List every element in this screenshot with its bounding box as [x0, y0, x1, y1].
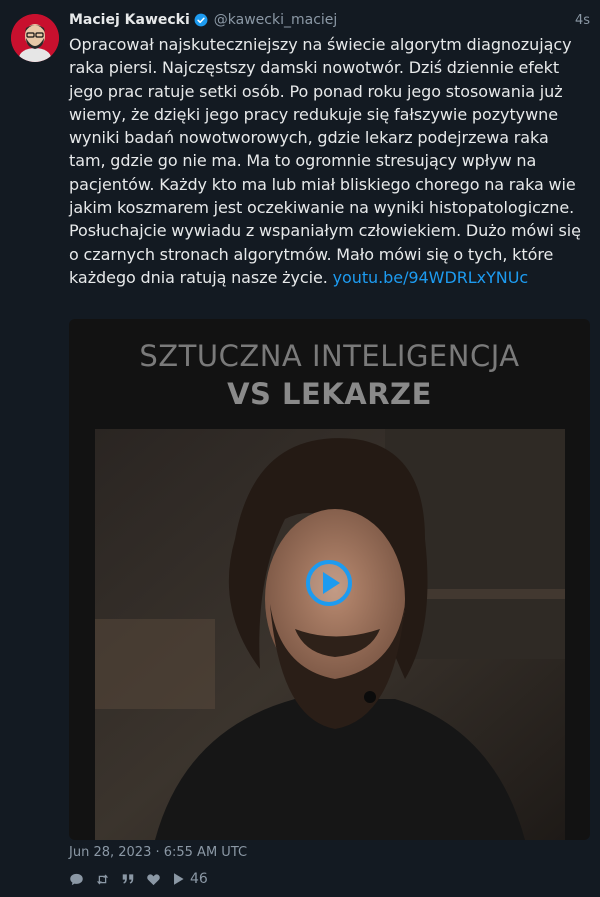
views-count: 46	[190, 871, 208, 887]
tweet-timestamp[interactable]: Jun 28, 2023 · 6:55 AM UTC	[69, 845, 247, 860]
time-ago[interactable]: 4s	[575, 13, 590, 28]
tweet-header: Maciej Kawecki @kawecki_maciej 4s	[69, 9, 590, 31]
like-button[interactable]	[146, 872, 161, 887]
tweet-text-content: Opracował najskuteczniejszy na świecie a…	[69, 35, 581, 287]
quote-icon	[122, 874, 134, 884]
thumbnail-title-line1: SZTUCZNA INTELIGENCJA	[139, 339, 520, 373]
tweet[interactable]: Maciej Kawecki @kawecki_maciej 4s Opraco…	[0, 0, 600, 897]
video-thumbnail[interactable]: SZTUCZNA INTELIGENCJA VS LEKARZE	[69, 319, 590, 840]
play-circle-icon[interactable]	[304, 558, 354, 608]
retweet-button[interactable]	[95, 872, 110, 887]
tweet-actions: 46	[69, 869, 219, 889]
display-name[interactable]: Maciej Kawecki	[69, 12, 190, 28]
heart-icon	[147, 873, 160, 885]
quote-button[interactable]	[121, 872, 135, 886]
retweet-icon	[96, 874, 109, 884]
views-stat[interactable]: 46	[172, 871, 208, 887]
thumbnail-title-line2: VS LEKARZE	[227, 377, 432, 411]
play-icon	[174, 873, 184, 885]
video-frame	[95, 429, 565, 840]
verified-badge-icon	[194, 13, 208, 27]
tweet-link[interactable]: youtu.be/94WDRLxYNUc	[333, 268, 529, 287]
comment-icon	[70, 873, 83, 885]
tweet-text: Opracował najskuteczniejszy na świecie a…	[69, 33, 589, 289]
reply-button[interactable]	[69, 872, 84, 887]
avatar[interactable]	[11, 14, 59, 62]
user-handle[interactable]: @kawecki_maciej	[214, 12, 338, 28]
